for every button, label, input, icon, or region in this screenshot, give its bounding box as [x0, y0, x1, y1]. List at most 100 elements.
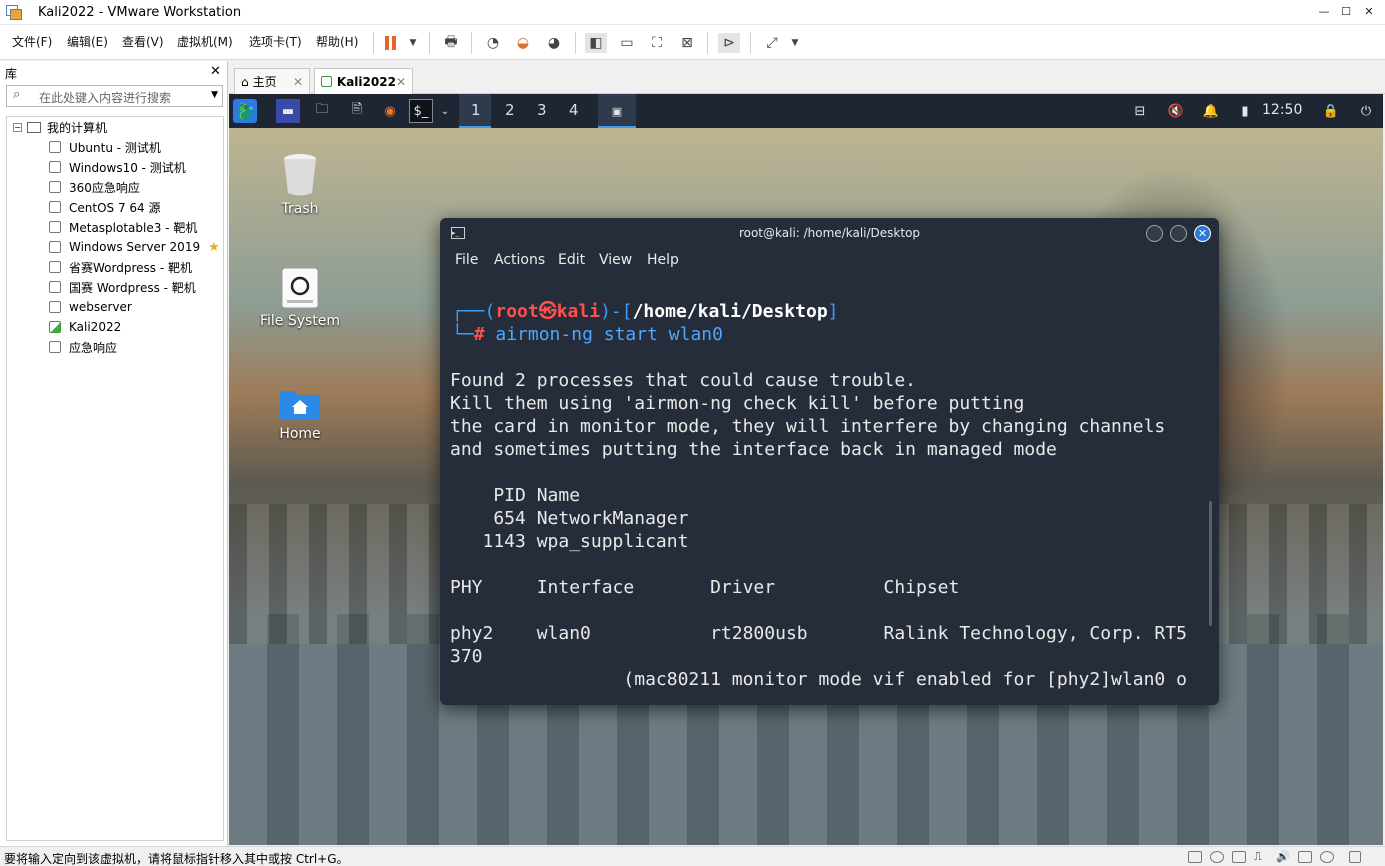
tree-item-webserver[interactable]: webserver [49, 297, 132, 317]
printer-status-icon[interactable] [1298, 851, 1312, 863]
tree-item-metasploitable[interactable]: Metasplotable3 - 靶机 [49, 217, 197, 237]
taskbar-terminal[interactable]: ▣ [598, 94, 636, 128]
menu-edit[interactable]: 编辑(E) [67, 33, 108, 50]
close-tab-icon[interactable]: ✕ [293, 75, 303, 89]
close-library-icon[interactable]: ✕ [210, 64, 221, 79]
terminal-menu-edit[interactable]: Edit [558, 252, 585, 268]
lock-screen-icon[interactable]: 🔒 [1319, 99, 1343, 123]
vm-icon [49, 301, 61, 313]
workspace-2[interactable]: 2 [491, 94, 523, 128]
library-search-input[interactable]: ⌕ 在此处键入内容进行搜索 ▼ [6, 85, 223, 107]
logout-icon[interactable]: ⏻ [1354, 99, 1378, 123]
tree-item-incident-response[interactable]: 应急响应 [49, 337, 117, 357]
search-dropdown-icon[interactable]: ▼ [211, 90, 218, 100]
revert-snapshot-icon[interactable]: ◒ [512, 33, 534, 53]
usb-status-icon[interactable]: ⎍ [1254, 851, 1268, 863]
battery-icon[interactable]: ▮ [1233, 99, 1257, 123]
volume-muted-icon[interactable]: 🔇 [1164, 99, 1188, 123]
terminal-maximize-button[interactable] [1170, 225, 1187, 242]
pause-dropdown-icon[interactable]: ▼ [402, 33, 424, 53]
sound-status-icon[interactable]: 🔊 [1276, 851, 1290, 863]
tree-item-wordpress-national[interactable]: 国赛 Wordpress - 靶机 [49, 277, 196, 297]
terminal-output-line: phy2 wlan0 rt2800usb Ralink Technology, … [450, 623, 1187, 644]
vm-icon [49, 181, 61, 193]
workspace-4[interactable]: 4 [555, 94, 587, 128]
snapshot-icon[interactable]: ◔ [482, 33, 504, 53]
panel-clock[interactable]: 12:50 [1262, 102, 1302, 118]
tree-item-winserver[interactable]: Windows Server 2019 ★ [49, 237, 220, 257]
tree-item-windows10[interactable]: Windows10 - 测试机 [49, 157, 186, 177]
terminal-window[interactable]: ▸_ root@kali: /home/kali/Desktop ✕ File … [440, 218, 1219, 705]
unity-icon[interactable]: ⊠ [676, 33, 698, 53]
close-window-button[interactable]: ✕ [1359, 3, 1379, 21]
library-panel: 库 ✕ ⌕ 在此处键入内容进行搜索 ▼ − 我的计算机 Ubuntu - 测试机… [0, 61, 228, 846]
tree-item-label: CentOS 7 64 源 [69, 200, 161, 215]
send-ctrl-alt-del-icon[interactable]: 🖶 [440, 33, 462, 53]
window-title: Kali2022 - VMware Workstation [38, 5, 242, 20]
workspace-1[interactable]: 1 [459, 94, 491, 128]
menu-view[interactable]: 查看(V) [122, 33, 164, 50]
file-manager-icon[interactable]: 🗀 [310, 99, 334, 123]
desktop-icon-home[interactable]: Home [245, 386, 355, 442]
terminal-menu-file[interactable]: File [455, 252, 478, 268]
home-icon: ⌂ [241, 74, 249, 89]
launcher-dropdown-icon[interactable]: ⌄ [433, 99, 457, 123]
pause-icon[interactable] [380, 33, 402, 53]
guest-display[interactable]: 🐉 ▬ 🗀 🖹 ◉ $_ ⌄ 1 2 3 4 ▣ ⊟ 🔇 🔔 ▮ 12:50 🔒… [229, 94, 1383, 845]
menu-tabs[interactable]: 选项卡(T) [249, 33, 302, 50]
cd-status-icon[interactable] [1210, 851, 1224, 863]
desktop-icon-filesystem[interactable]: File System [245, 267, 355, 329]
terminal-scrollbar[interactable] [1209, 501, 1212, 626]
tree-item-label: 国赛 Wordpress - 靶机 [69, 280, 196, 295]
vm-icon [49, 281, 61, 293]
workspace-3[interactable]: 3 [523, 94, 555, 128]
network-status-icon[interactable] [1232, 851, 1246, 863]
terminal-menu-view[interactable]: View [599, 252, 632, 268]
menu-help[interactable]: 帮助(H) [316, 33, 358, 50]
maximize-button[interactable]: ☐ [1336, 3, 1356, 21]
network-icon[interactable]: ⊟ [1128, 99, 1152, 123]
close-tab-icon[interactable]: ✕ [396, 75, 406, 89]
tree-item-wordpress-provincial[interactable]: 省赛Wordpress - 靶机 [49, 257, 192, 277]
thumbnail-bar-icon[interactable]: ▭ [616, 33, 638, 53]
terminal-output-line: Kill them using 'airmon-ng check kill' b… [450, 393, 1025, 414]
collapse-icon[interactable]: − [13, 122, 22, 132]
tree-item-ubuntu[interactable]: Ubuntu - 测试机 [49, 137, 161, 157]
terminal-minimize-button[interactable] [1146, 225, 1163, 242]
tree-item-360[interactable]: 360应急响应 [49, 177, 140, 197]
vm-icon [49, 161, 61, 173]
drive-icon [281, 267, 319, 309]
terminal-output-line: and sometimes putting the interface back… [450, 439, 1057, 460]
terminal-menu-help[interactable]: Help [647, 252, 679, 268]
window-titlebar: Kali2022 - VMware Workstation — ☐ ✕ [0, 0, 1385, 25]
snapshot-manager-icon[interactable]: ◕ [543, 33, 565, 53]
menu-toolbar: 文件(F) 编辑(E) 查看(V) 虚拟机(M) 选项卡(T) 帮助(H) ▼ … [0, 25, 1385, 60]
text-editor-icon[interactable]: 🖹 [345, 99, 369, 123]
tree-root[interactable]: − 我的计算机 [13, 117, 107, 137]
terminal-launcher-icon[interactable]: $_ [409, 99, 433, 123]
kali-menu-icon[interactable]: 🐉 [233, 99, 257, 123]
desktop-icon-trash[interactable]: Trash [245, 151, 355, 217]
stretch-dropdown-icon[interactable]: ▼ [784, 33, 806, 53]
console-view-icon[interactable]: ⊳ [718, 33, 740, 53]
tree-item-kali2022[interactable]: Kali2022 [49, 317, 121, 337]
terminal-close-button[interactable]: ✕ [1194, 225, 1211, 242]
menu-file[interactable]: 文件(F) [12, 33, 52, 50]
tree-item-centos[interactable]: CentOS 7 64 源 [49, 197, 160, 217]
fit-window-icon[interactable] [1349, 851, 1361, 863]
terminal-menu-actions[interactable]: Actions [494, 252, 545, 268]
firefox-icon[interactable]: ◉ [378, 99, 402, 123]
vm-icon [49, 261, 61, 273]
show-desktop-icon[interactable]: ▬ [276, 99, 300, 123]
fullscreen-icon[interactable]: ⛶ [646, 33, 668, 53]
notifications-icon[interactable]: 🔔 [1199, 99, 1223, 123]
tab-home[interactable]: ⌂ 主页 ✕ [234, 68, 310, 94]
tab-kali2022[interactable]: Kali2022 ✕ [314, 68, 413, 94]
hdd-status-icon[interactable] [1188, 851, 1202, 863]
stretch-guest-icon[interactable]: ⤢ [761, 33, 783, 53]
show-library-icon[interactable]: ◧ [585, 33, 607, 53]
menu-vm[interactable]: 虚拟机(M) [177, 33, 233, 50]
minimize-button[interactable]: — [1314, 3, 1334, 21]
tab-kali-label: Kali2022 [336, 74, 396, 89]
display-status-icon[interactable] [1320, 851, 1334, 863]
